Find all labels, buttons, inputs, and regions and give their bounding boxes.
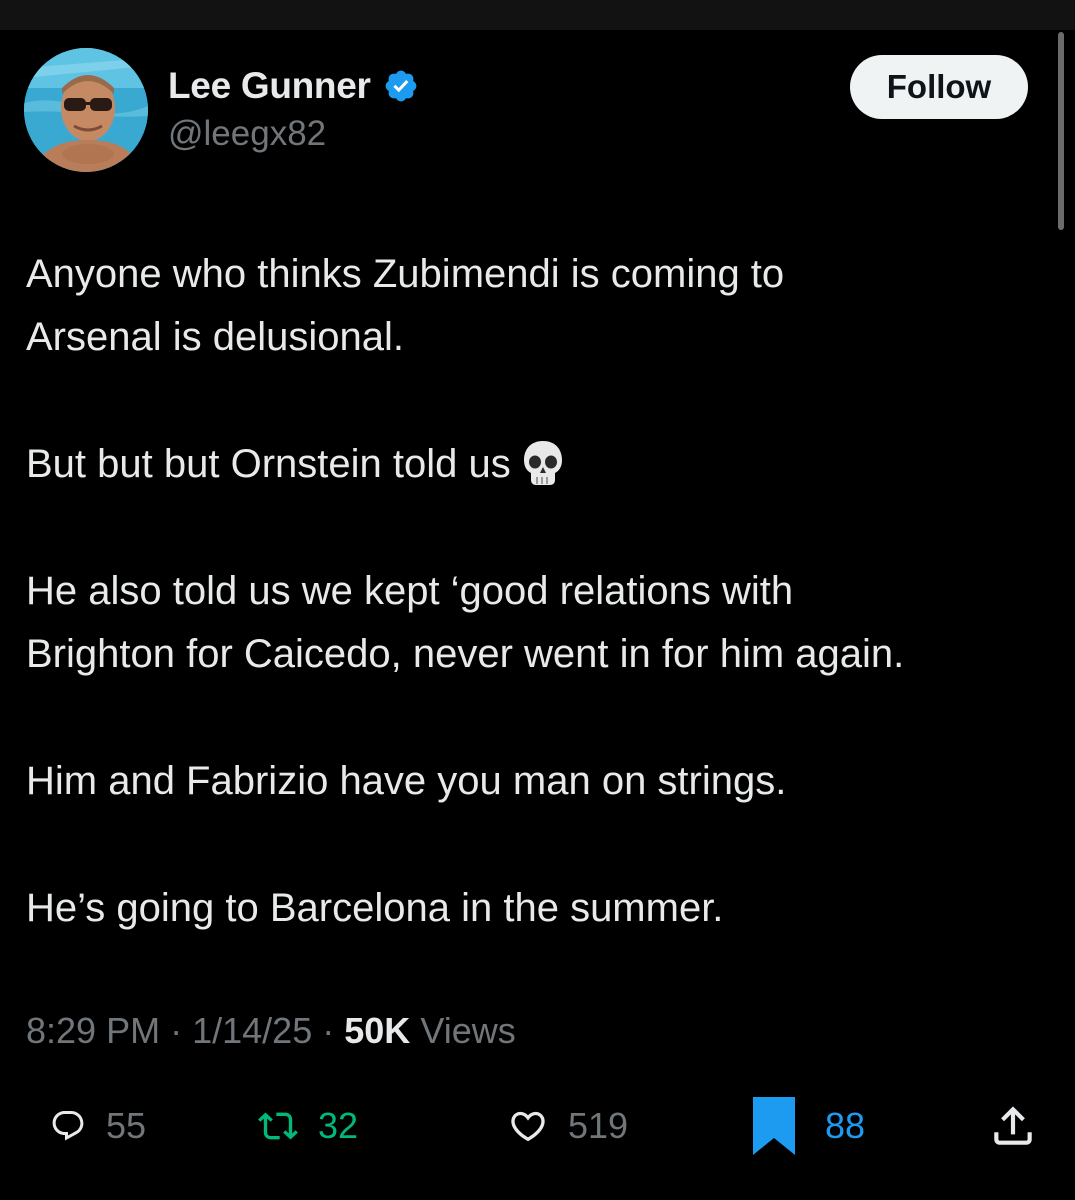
retweet-button[interactable]: 32	[258, 1093, 358, 1159]
avatar-photo	[24, 48, 148, 172]
bookmark-button[interactable]: 88	[753, 1093, 865, 1159]
verified-badge-icon	[385, 70, 416, 102]
retweet-count: 32	[318, 1105, 359, 1146]
share-button[interactable]	[988, 1093, 1038, 1159]
tweet-line: He’s going to Barcelona in the summer.	[26, 886, 724, 930]
like-button[interactable]: 519	[508, 1093, 628, 1159]
author-name[interactable]: Lee Gunner	[168, 65, 371, 107]
tweet-line: Brighton for Caicedo, never went in for …	[26, 632, 905, 676]
tweet-text: Anyone who thinks Zubimendi is coming to…	[26, 243, 1061, 1004]
meta-separator: ·	[322, 1010, 335, 1051]
like-count: 519	[568, 1105, 629, 1146]
like-icon	[511, 1111, 545, 1142]
retweet-icon	[258, 1112, 298, 1140]
tweet-line: Him and Fabrizio have you man on strings…	[26, 759, 787, 803]
tweet-paragraph: He also told us we kept ‘good relations …	[26, 560, 1061, 686]
tweet-line: But but but Ornstein told us	[26, 442, 511, 486]
author-handle[interactable]: @leegx82	[168, 114, 326, 154]
reply-icon	[52, 1111, 84, 1141]
author-name-row[interactable]: Lee Gunner	[168, 64, 419, 108]
tweet-paragraph: He’s going to Barcelona in the summer.	[26, 877, 1061, 940]
skull-emoji-icon	[523, 441, 562, 485]
bookmark-icon	[753, 1097, 795, 1155]
tweet-line: He also told us we kept ‘good relations …	[26, 569, 794, 613]
tweet-paragraph: Anyone who thinks Zubimendi is coming to…	[26, 243, 1061, 369]
action-bar: 55 32 519 88	[0, 1093, 1075, 1159]
reply-count: 55	[106, 1105, 147, 1146]
tweet-paragraph: But but but Ornstein told us	[26, 433, 1061, 496]
status-bar	[0, 0, 1075, 30]
tweet-line: Arsenal is delusional.	[26, 315, 404, 359]
share-icon	[994, 1106, 1032, 1145]
reply-button[interactable]: 55	[50, 1093, 146, 1159]
tweet-meta: 8:29 PM · 1/14/25 · 50K Views	[26, 1010, 516, 1052]
tweet-time[interactable]: 8:29 PM	[26, 1010, 160, 1051]
scrollbar[interactable]	[1058, 32, 1064, 230]
tweet-date[interactable]: 1/14/25	[192, 1010, 312, 1051]
bookmark-count: 88	[825, 1105, 866, 1146]
follow-button[interactable]: Follow	[850, 55, 1028, 119]
tweet-paragraph: Him and Fabrizio have you man on strings…	[26, 750, 1061, 813]
views-count: 50K	[344, 1010, 411, 1051]
meta-separator: ·	[170, 1010, 183, 1051]
views-label: Views	[420, 1010, 516, 1051]
avatar[interactable]	[24, 48, 148, 172]
tweet-line: Anyone who thinks Zubimendi is coming to	[26, 252, 785, 296]
